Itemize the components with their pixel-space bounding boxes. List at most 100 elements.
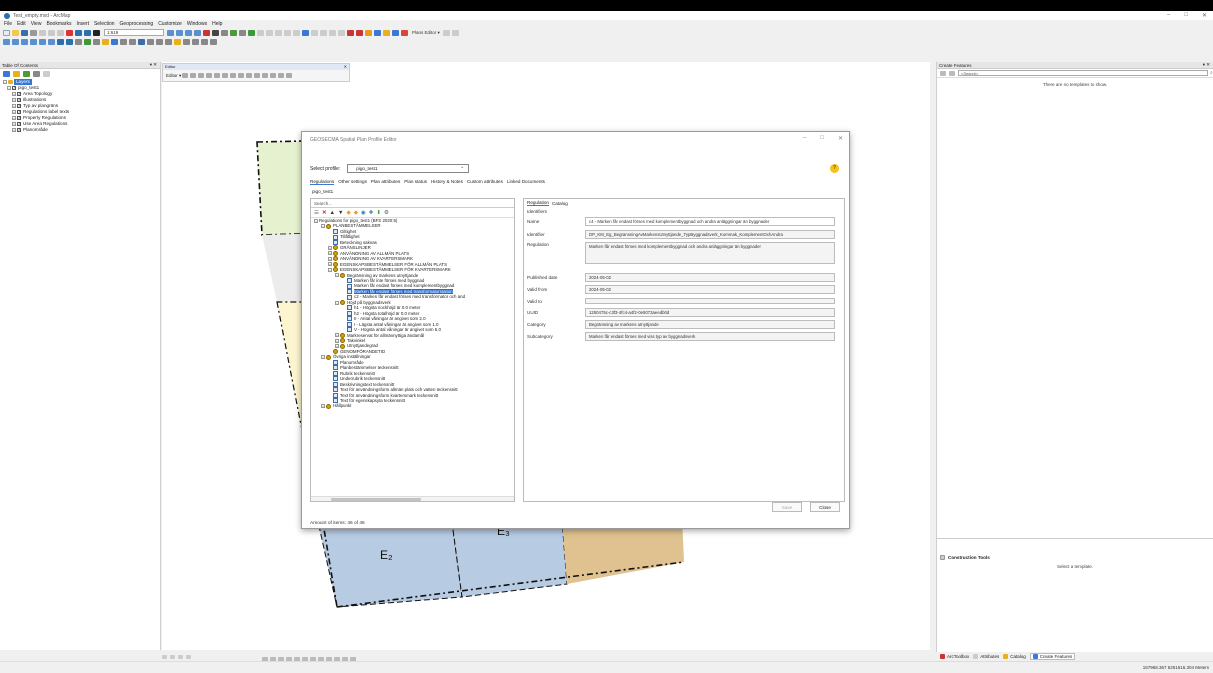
- plan-table-icon[interactable]: [392, 29, 399, 36]
- attribute-table-icon[interactable]: [311, 29, 318, 36]
- model-builder-icon[interactable]: [221, 29, 228, 36]
- layer-checkbox[interactable]: ✓: [17, 128, 21, 132]
- tab-arctoolbox[interactable]: ArcToolbox: [940, 654, 969, 659]
- add-item-icon[interactable]: ✚: [369, 210, 374, 216]
- menu-geoprocessing[interactable]: Geoprocessing: [120, 21, 154, 27]
- zoom-in-icon[interactable]: [3, 38, 10, 45]
- plan-settings-icon[interactable]: [383, 29, 390, 36]
- toc-icon[interactable]: [176, 29, 183, 36]
- go-to-xy-icon[interactable]: [138, 38, 145, 45]
- dialog-minimize-button[interactable]: –: [803, 135, 806, 142]
- expand-icon[interactable]: +: [12, 128, 16, 132]
- valid-from-field[interactable]: 2024-05-02: [585, 285, 835, 294]
- zoom-out-icon[interactable]: [12, 38, 19, 45]
- close-button[interactable]: Close: [810, 502, 840, 512]
- catalog-icon[interactable]: [185, 29, 192, 36]
- effects-icon[interactable]: [210, 38, 217, 45]
- open-icon[interactable]: [12, 29, 19, 36]
- list-by-visibility-icon[interactable]: [23, 71, 30, 77]
- menu-file[interactable]: File: [4, 21, 12, 27]
- editor-menu[interactable]: Editor ▾: [166, 73, 181, 79]
- horizontal-scrollbar[interactable]: [311, 496, 514, 501]
- add-subgroup-icon[interactable]: ◆: [354, 210, 358, 216]
- data-view-icon[interactable]: [162, 654, 167, 659]
- category-field[interactable]: Begränsning av markens utnyttjande: [585, 320, 835, 329]
- help-icon[interactable]: ?: [830, 164, 839, 173]
- published-field[interactable]: 2024-05-02: [585, 273, 835, 282]
- identify-icon[interactable]: [84, 38, 91, 45]
- rotate-icon[interactable]: [262, 73, 269, 78]
- list-by-selection-icon[interactable]: [33, 71, 40, 77]
- expand-icon[interactable]: +: [328, 256, 332, 261]
- toc-close-icon[interactable]: ▾ ✕: [150, 62, 157, 68]
- map-polygon-blue-e2[interactable]: [316, 516, 463, 608]
- search-window-icon[interactable]: [194, 29, 201, 36]
- expand-icon[interactable]: +: [12, 116, 16, 120]
- back-extent-icon[interactable]: [57, 38, 64, 45]
- tab-regulation[interactable]: Regulation: [527, 200, 549, 206]
- measure-icon[interactable]: [102, 38, 109, 45]
- menu-bookmarks[interactable]: Bookmarks: [46, 21, 71, 27]
- attributes-icon[interactable]: [270, 73, 277, 78]
- split-icon[interactable]: [275, 29, 282, 36]
- edit-tool-icon[interactable]: [182, 73, 189, 78]
- regulation-tree-item[interactable]: + Hållpunkt: [314, 403, 514, 409]
- collapse-icon[interactable]: −: [321, 355, 325, 360]
- editor-toolbar-icon[interactable]: [167, 29, 174, 36]
- add-regulation-icon[interactable]: ◉: [361, 210, 366, 216]
- tab-regulations[interactable]: Regulations: [310, 179, 335, 185]
- import-icon[interactable]: ⬇: [376, 210, 381, 216]
- menu-edit[interactable]: Edit: [17, 21, 26, 27]
- topology-icon[interactable]: [338, 29, 345, 36]
- new-document-icon[interactable]: [3, 29, 10, 36]
- identifier-field[interactable]: DP_KM_Eg_BegransningAvMarkensUtnyttjande…: [585, 230, 835, 239]
- create-features-icon[interactable]: [286, 73, 293, 78]
- list-by-source-icon[interactable]: [13, 71, 20, 77]
- save-button[interactable]: Save: [772, 502, 802, 512]
- time-slider-icon[interactable]: [129, 38, 136, 45]
- select-features-icon[interactable]: [302, 29, 309, 36]
- uuid-field[interactable]: 1250475c-c3f3-4fc4-a4f2-0e5073aeedb0d: [585, 308, 835, 317]
- full-extent-icon[interactable]: [30, 38, 37, 45]
- expand-icon[interactable]: +: [328, 245, 332, 250]
- search-icon[interactable]: ⌕: [1210, 70, 1213, 76]
- move-up-icon[interactable]: ▲: [330, 210, 335, 216]
- sketch-properties-icon[interactable]: [278, 73, 285, 78]
- plan-home-icon[interactable]: [401, 29, 408, 36]
- fixed-zoom-out-icon[interactable]: [48, 38, 55, 45]
- expand-icon[interactable]: +: [12, 110, 16, 114]
- layer-checkbox[interactable]: ✓: [12, 86, 16, 90]
- expand-icon[interactable]: +: [12, 104, 16, 108]
- edit-vertices-icon[interactable]: [230, 73, 237, 78]
- template-search-input[interactable]: <Search>: [958, 70, 1208, 76]
- cut-icon[interactable]: [39, 29, 46, 36]
- list-by-drawing-order-icon[interactable]: [3, 71, 10, 77]
- valid-to-field[interactable]: [585, 298, 835, 304]
- add-group-icon[interactable]: ◆: [346, 210, 350, 216]
- layer-checkbox[interactable]: ✓: [17, 116, 21, 120]
- arctoolbox-icon[interactable]: [203, 29, 210, 36]
- pan-icon[interactable]: [21, 38, 28, 45]
- scale-box[interactable]: 1:619: [104, 29, 164, 36]
- edit-vertices-icon[interactable]: [239, 29, 246, 36]
- settings-icon[interactable]: ⚙: [384, 210, 389, 216]
- fixed-zoom-in-icon[interactable]: [39, 38, 46, 45]
- save-icon[interactable]: [21, 29, 28, 36]
- minimize-button[interactable]: –: [1167, 12, 1170, 19]
- refresh-view-icon[interactable]: [178, 654, 183, 659]
- edit-annotation-icon[interactable]: [190, 73, 197, 78]
- tab-create-features[interactable]: Create Features: [1029, 653, 1076, 660]
- menu-windows[interactable]: Windows: [187, 21, 207, 27]
- toc-layer-label[interactable]: Planområde: [23, 127, 48, 133]
- expand-icon[interactable]: +: [12, 98, 16, 102]
- expand-icon[interactable]: +: [12, 92, 16, 96]
- layout-view-icon[interactable]: [170, 654, 175, 659]
- menu-selection[interactable]: Selection: [94, 21, 115, 27]
- editor-toolbar-close-icon[interactable]: ✕: [344, 64, 347, 70]
- list-view-icon[interactable]: ☰: [314, 210, 319, 216]
- menu-insert[interactable]: Insert: [76, 21, 89, 27]
- menu-customize[interactable]: Customize: [158, 21, 182, 27]
- georef-icon[interactable]: [183, 38, 190, 45]
- plans-options-icon[interactable]: [442, 29, 450, 36]
- expand-icon[interactable]: +: [335, 333, 339, 338]
